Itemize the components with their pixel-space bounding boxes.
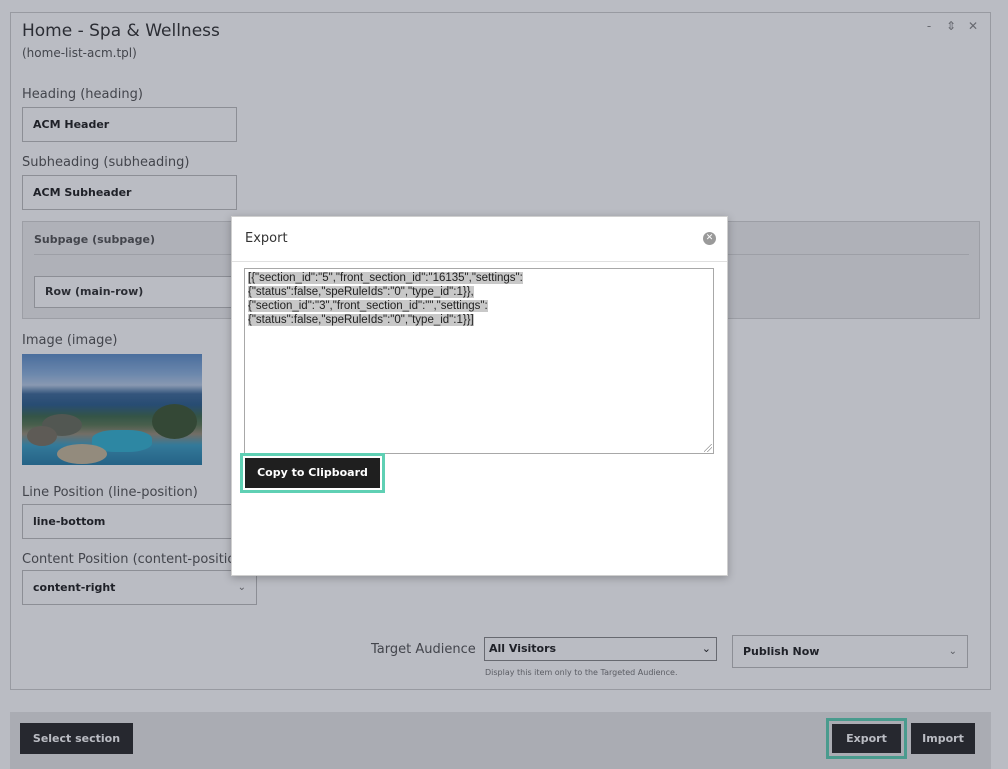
export-json-textarea[interactable]: [{"section_id":"5","front_section_id":"1… xyxy=(244,268,714,454)
json-line-4: {"status":false,"speRuleIds":"0","type_i… xyxy=(248,314,474,326)
json-line-2: {"status":false,"speRuleIds":"0","type_i… xyxy=(248,286,474,298)
modal-header: Export ✕ xyxy=(232,217,727,262)
resize-grip-icon[interactable] xyxy=(704,444,712,452)
copy-to-clipboard-button[interactable]: Copy to Clipboard xyxy=(245,458,380,488)
copy-button-highlight: Copy to Clipboard xyxy=(240,453,385,493)
export-modal: Export ✕ [{"section_id":"5","front_secti… xyxy=(231,216,728,576)
modal-title: Export xyxy=(245,231,288,246)
json-line-1: [{"section_id":"5","front_section_id":"1… xyxy=(248,272,523,284)
json-line-3: {"section_id":"3","front_section_id":"",… xyxy=(248,300,488,312)
close-circle-icon[interactable]: ✕ xyxy=(703,232,716,245)
